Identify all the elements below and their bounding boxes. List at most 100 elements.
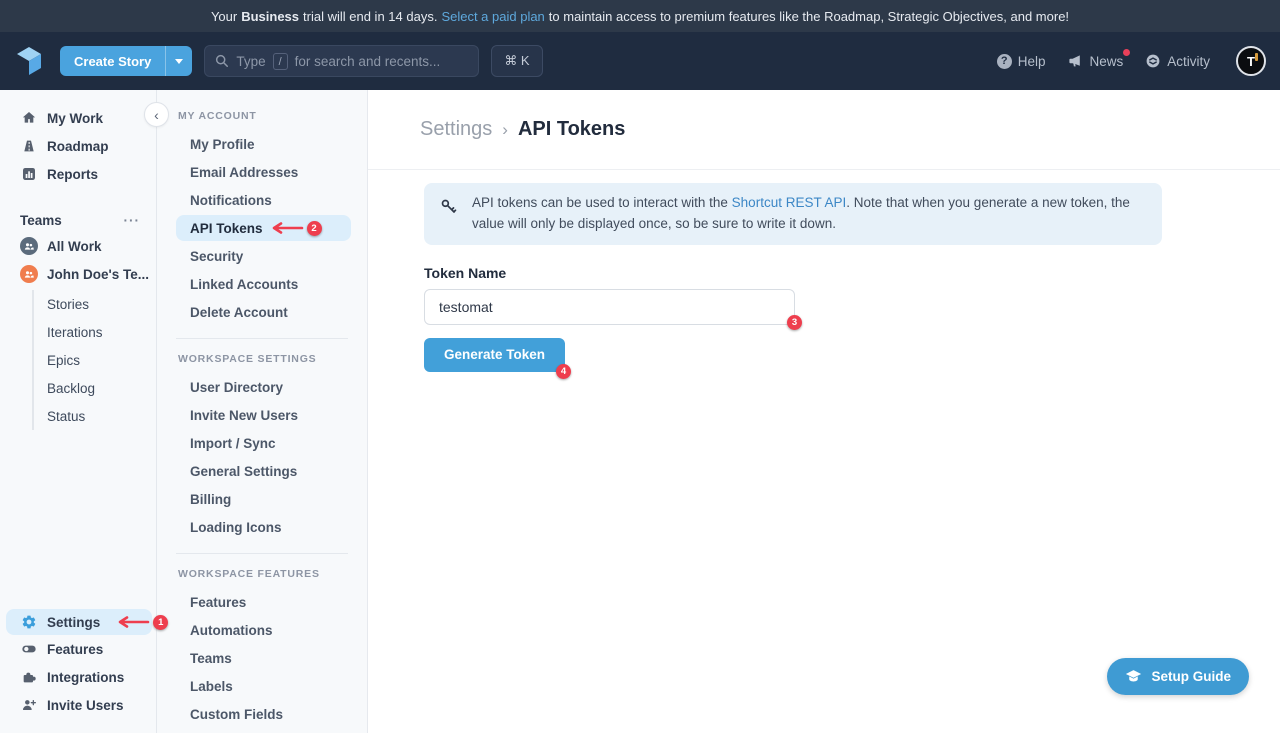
create-story-label: Create Story <box>74 54 151 69</box>
sidebar-item-label: My Work <box>47 111 103 126</box>
key-icon <box>440 198 458 216</box>
sidebar-subitem-status[interactable]: Status <box>47 402 156 430</box>
sidebar-item-label: Integrations <box>47 670 124 685</box>
sidebar-item-features[interactable]: Features <box>0 635 156 663</box>
sidebar-item-invite-users[interactable]: Invite Users <box>0 691 156 719</box>
sidebar-item-integrations[interactable]: Integrations <box>0 663 156 691</box>
trial-banner: Your Business trial will end in 14 days.… <box>0 0 1280 32</box>
toggle-icon <box>20 641 38 657</box>
settings-nav-item-security[interactable]: Security <box>157 242 367 270</box>
settings-nav-item-features[interactable]: Features <box>157 588 367 616</box>
sidebar-subitem-stories[interactable]: Stories <box>47 290 156 318</box>
token-name-label: Token Name <box>424 265 1280 281</box>
avatar-accent-mark <box>1255 53 1258 61</box>
generate-token-button[interactable]: Generate Token <box>424 338 565 372</box>
graduation-cap-icon <box>1125 669 1142 684</box>
annotation-step-2: 2 <box>268 221 322 236</box>
command-k-shortcut-badge[interactable]: ⌘ K <box>491 45 542 77</box>
shortcut-rest-api-link[interactable]: Shortcut REST API <box>732 195 847 210</box>
create-story-dropdown-button[interactable] <box>165 46 192 76</box>
question-circle-icon: ? <box>997 54 1012 69</box>
info-box-text: API tokens can be used to interact with … <box>472 193 1144 235</box>
sidebar-subitem-iterations[interactable]: Iterations <box>47 318 156 346</box>
sidebar-collapse-button[interactable]: ‹ <box>144 102 169 127</box>
activity-button[interactable]: Activity <box>1145 53 1210 69</box>
top-navbar: Create Story Type / for search and recen… <box>0 32 1280 90</box>
main-content: Settings › API Tokens API tokens can be … <box>368 90 1280 733</box>
sidebar-team-all-work[interactable]: All Work <box>0 232 156 260</box>
settings-nav-item-api-tokens[interactable]: API Tokens 2 <box>176 215 351 241</box>
search-icon <box>215 54 229 68</box>
puzzle-icon <box>20 669 38 685</box>
settings-nav-item-teams[interactable]: Teams <box>157 644 367 672</box>
settings-nav-item-general-settings[interactable]: General Settings <box>157 457 367 485</box>
select-paid-plan-link[interactable]: Select a paid plan <box>441 9 544 24</box>
annotation-badge-4: 4 <box>556 364 571 379</box>
banner-plan-name: Business <box>241 9 299 24</box>
settings-sidebar: MY ACCOUNT My Profile Email Addresses No… <box>157 90 368 733</box>
sidebar-subitem-backlog[interactable]: Backlog <box>47 374 156 402</box>
chevron-down-icon <box>175 59 183 64</box>
search-input[interactable]: Type / for search and recents... <box>204 45 479 77</box>
sidebar-item-roadmap[interactable]: Roadmap <box>0 132 156 160</box>
sidebar-item-my-work[interactable]: My Work <box>0 104 156 132</box>
setup-guide-button[interactable]: Setup Guide <box>1107 658 1249 695</box>
setup-guide-label: Setup Guide <box>1151 669 1231 684</box>
settings-nav-item-invite-new-users[interactable]: Invite New Users <box>157 401 367 429</box>
settings-nav-item-custom-fields[interactable]: Custom Fields <box>157 700 367 728</box>
section-header-workspace-features: WORKSPACE FEATURES <box>178 568 367 580</box>
token-name-input[interactable] <box>424 289 795 325</box>
notification-dot <box>1123 49 1130 56</box>
sidebar-subitem-epics[interactable]: Epics <box>47 346 156 374</box>
settings-nav-item-my-profile[interactable]: My Profile <box>157 130 367 158</box>
more-menu-icon[interactable]: ··· <box>124 213 141 228</box>
red-arrow-left-icon <box>268 222 304 234</box>
breadcrumb-settings[interactable]: Settings <box>420 118 492 141</box>
settings-nav-item-labels[interactable]: Labels <box>157 672 367 700</box>
settings-nav-item-automations[interactable]: Automations <box>157 616 367 644</box>
left-sidebar: ‹ My Work Roadmap Reports Teams ··· <box>0 90 157 733</box>
settings-nav-item-label: API Tokens <box>190 221 263 236</box>
settings-nav-item-notifications[interactable]: Notifications <box>157 186 367 214</box>
activity-label: Activity <box>1167 54 1210 69</box>
divider <box>176 338 348 339</box>
settings-nav-item-user-directory[interactable]: User Directory <box>157 373 367 401</box>
team-avatar-icon <box>20 237 38 255</box>
sidebar-item-label: Reports <box>47 167 98 182</box>
annotation-badge-1: 1 <box>153 615 168 630</box>
news-button[interactable]: News <box>1067 53 1123 69</box>
user-avatar[interactable]: T <box>1236 46 1266 76</box>
help-label: Help <box>1018 54 1046 69</box>
app-body: ‹ My Work Roadmap Reports Teams ··· <box>0 90 1280 733</box>
settings-nav-item-import-sync[interactable]: Import / Sync <box>157 429 367 457</box>
token-form: Token Name 3 Generate Token 4 <box>424 265 1280 372</box>
person-plus-icon <box>20 697 38 713</box>
sidebar-item-label: Roadmap <box>47 139 109 154</box>
shortcut-logo-icon[interactable] <box>14 46 44 76</box>
create-story-button[interactable]: Create Story <box>60 46 165 76</box>
settings-nav-item-email-addresses[interactable]: Email Addresses <box>157 158 367 186</box>
road-icon <box>20 138 38 154</box>
chevron-left-icon: ‹ <box>154 107 159 123</box>
info-text-before: API tokens can be used to interact with … <box>472 195 728 210</box>
settings-nav-item-loading-icons[interactable]: Loading Icons <box>157 513 367 541</box>
settings-nav-item-linked-accounts[interactable]: Linked Accounts <box>157 270 367 298</box>
sidebar-item-settings[interactable]: Settings 1 <box>6 609 152 635</box>
team-subnav: Stories Iterations Epics Backlog Status <box>32 290 156 430</box>
sidebar-bottom-group: Settings 1 Features Integrations <box>0 609 156 733</box>
sidebar-item-reports[interactable]: Reports <box>0 160 156 188</box>
section-header-my-account: MY ACCOUNT <box>178 110 367 122</box>
page-header: Settings › API Tokens <box>368 90 1280 170</box>
settings-nav-item-billing[interactable]: Billing <box>157 485 367 513</box>
token-name-input-wrap: 3 <box>424 289 795 325</box>
search-placeholder-rest: for search and recents... <box>295 54 441 69</box>
sidebar-item-label: Settings <box>47 615 100 630</box>
settings-nav-item-delete-account[interactable]: Delete Account <box>157 298 367 326</box>
page-title: API Tokens <box>518 118 625 141</box>
slash-key-icon: / <box>273 53 288 70</box>
sidebar-team-john-does-team[interactable]: John Doe's Te... <box>0 260 156 288</box>
home-icon <box>20 110 38 126</box>
sidebar-item-settings-highlight: Settings 1 <box>6 609 152 635</box>
sidebar-item-label: Invite Users <box>47 698 124 713</box>
help-button[interactable]: ? Help <box>997 54 1046 69</box>
